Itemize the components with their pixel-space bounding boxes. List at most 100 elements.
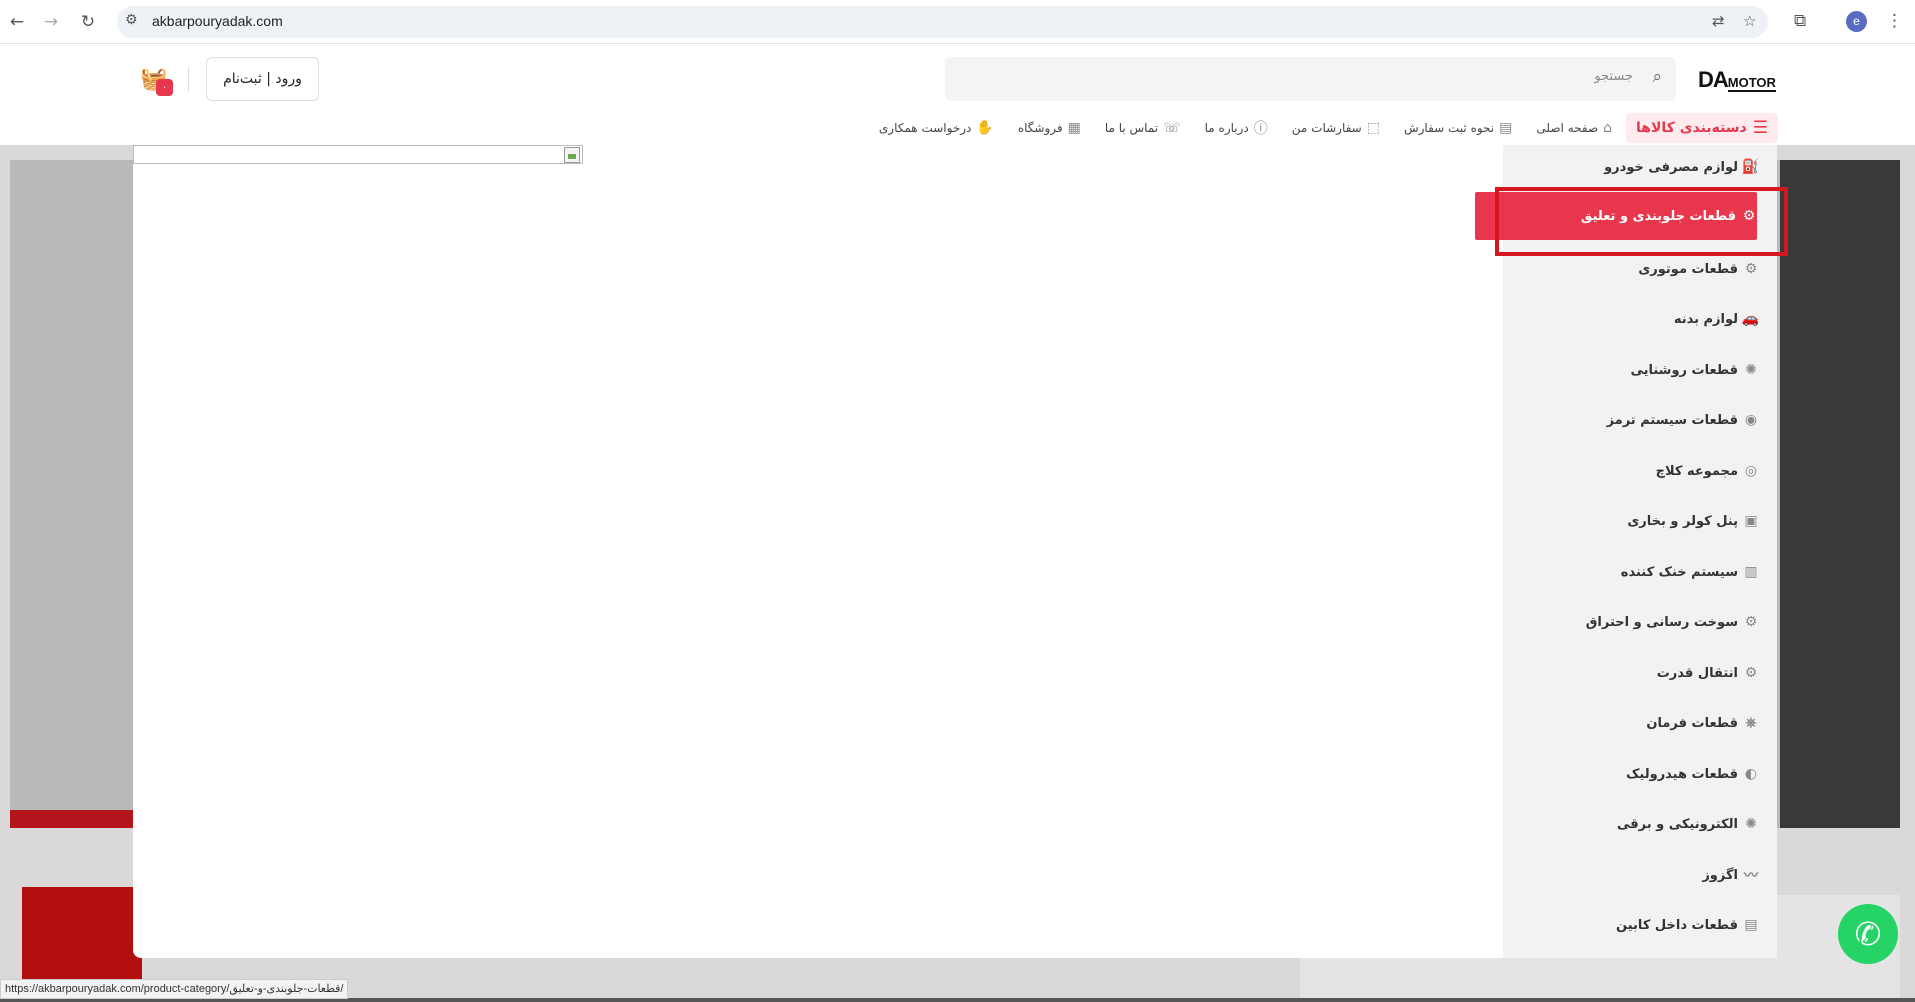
- info-icon: ⓘ: [1253, 121, 1268, 137]
- nav-order-guide[interactable]: ▤ نحوه ثبت سفارش: [1404, 120, 1512, 136]
- category-item-steering[interactable]: ⎈ قطعات فرمان: [1519, 701, 1759, 745]
- category-label: لوازم مصرفی خودرو: [1604, 159, 1738, 175]
- phone-icon: ☏: [1163, 120, 1181, 136]
- header-divider: [188, 67, 189, 91]
- nav-home-label: صفحه اصلی: [1536, 121, 1599, 135]
- nav-shop[interactable]: ▦ فروشگاه: [1018, 120, 1081, 136]
- address-bar[interactable]: ⚙ akbarpouryadak.com ⇄ ☆: [117, 6, 1768, 38]
- hero-banner-accent: [10, 810, 135, 828]
- category-label: الکترونیکی و برقی: [1616, 816, 1738, 832]
- nav-my-orders[interactable]: ⬚ سفارشات من: [1292, 120, 1380, 136]
- home-icon: ⌂: [1603, 120, 1613, 136]
- main-nav: ☰ دسته‌بندی کالاها ⌂ صفحه اصلی ▤ نحوه ثبت …: [855, 113, 1778, 143]
- category-item-drivetrain[interactable]: ⚙ انتقال قدرت: [1519, 651, 1759, 695]
- category-label: سیستم خنک کننده: [1620, 564, 1738, 580]
- category-label: قطعات فرمان: [1646, 715, 1738, 731]
- oil-icon: ⛽: [1741, 159, 1759, 175]
- light-icon: ✺: [1745, 362, 1757, 378]
- menu-kebab-icon[interactable]: ⋮: [1886, 11, 1903, 31]
- nav-cooperation-label: درخواست همکاری: [878, 121, 972, 135]
- browser-toolbar: ← → ↻ ⚙ akbarpouryadak.com ⇄ ☆ ⧉ e ⋮: [0, 0, 1915, 44]
- hero-banner-right-edge: [1780, 160, 1900, 828]
- site-settings-icon[interactable]: ⚙: [125, 12, 138, 28]
- search-input[interactable]: جستجو ⌕: [945, 57, 1676, 101]
- broken-image-placeholder: [133, 145, 583, 164]
- category-item-fuel[interactable]: ⚙ سوخت رسانی و احتراق: [1519, 600, 1759, 644]
- category-item-brakes[interactable]: ◉ قطعات سیستم ترمز: [1519, 398, 1759, 442]
- hydraulic-icon: ◐: [1744, 766, 1758, 782]
- whatsapp-button[interactable]: ✆: [1838, 904, 1898, 964]
- search-placeholder: جستجو: [1594, 69, 1633, 84]
- hamburger-icon: ☰: [1752, 118, 1768, 138]
- reload-icon[interactable]: ↻: [78, 12, 98, 32]
- login-register-button[interactable]: ورود | ثبت‌نام: [206, 57, 319, 101]
- category-label: قطعات هیدرولیک: [1626, 766, 1738, 782]
- nav-cooperation[interactable]: ✋ درخواست همکاری: [879, 120, 994, 136]
- category-label: قطعات داخل کابین: [1616, 917, 1738, 933]
- category-menu-button[interactable]: ☰ دسته‌بندی کالاها: [1626, 113, 1778, 143]
- gear-icon: ⚙: [1744, 665, 1758, 681]
- electric-icon: ✺: [1745, 816, 1757, 832]
- category-menu-label: دسته‌بندی کالاها: [1636, 120, 1747, 136]
- whatsapp-phone-icon: ✆: [1854, 915, 1882, 953]
- url-text: akbarpouryadak.com: [152, 13, 283, 29]
- broken-image-icon: [564, 147, 580, 163]
- category-label: قطعات روشنایی: [1630, 362, 1738, 378]
- fuel-icon: ⚙: [1744, 614, 1758, 630]
- nav-contact[interactable]: ☏ تماس با ما: [1105, 120, 1181, 136]
- category-label: انتقال قدرت: [1656, 665, 1738, 681]
- category-item-exhaust[interactable]: 〰 اگزوز: [1519, 853, 1759, 897]
- seat-icon: ▤: [1744, 917, 1758, 933]
- translate-icon[interactable]: ⇄: [1712, 12, 1725, 30]
- cart-button[interactable]: 🧺 ۰: [140, 67, 173, 96]
- nav-order-guide-label: نحوه ثبت سفارش: [1403, 121, 1495, 135]
- clutch-icon: ◎: [1744, 463, 1758, 479]
- site-logo[interactable]: DAMOTOR: [1698, 67, 1776, 93]
- nav-about-label: درباره ما: [1204, 121, 1249, 135]
- logo-da-text: DA: [1698, 67, 1729, 92]
- forward-icon[interactable]: →: [41, 12, 61, 32]
- car-body-icon: 🚗: [1741, 311, 1759, 327]
- search-icon: ⌕: [1652, 67, 1662, 87]
- bookmark-star-icon[interactable]: ☆: [1743, 12, 1756, 30]
- box-icon: ⬚: [1366, 120, 1380, 136]
- category-label: قطعات سیستم ترمز: [1606, 412, 1738, 428]
- profile-avatar[interactable]: e: [1846, 11, 1867, 32]
- site-header: DAMOTOR جستجو ⌕ ورود | ثبت‌نام 🧺 ۰ ☰ دست…: [0, 45, 1915, 145]
- category-item-cooling[interactable]: ▥ سیستم خنک کننده: [1519, 550, 1759, 594]
- steering-icon: ⎈: [1745, 715, 1757, 731]
- brake-icon: ◉: [1744, 412, 1758, 428]
- category-list: ⛽ لوازم مصرفی خودرو ⚙ قطعات جلوبندی و تعلی…: [1475, 145, 1777, 958]
- nav-about[interactable]: ⓘ درباره ما: [1205, 118, 1268, 138]
- category-item-electric[interactable]: ✺ الکترونیکی و برقی: [1519, 802, 1759, 846]
- logo-motor-text: MOTOR: [1727, 75, 1776, 92]
- ac-panel-icon: ▣: [1744, 513, 1758, 529]
- back-icon[interactable]: ←: [7, 12, 27, 32]
- engine-icon: ⚙: [1744, 261, 1758, 277]
- receipt-icon: ▤: [1499, 120, 1513, 136]
- category-label: سوخت رسانی و احتراق: [1585, 614, 1738, 630]
- nav-home[interactable]: ⌂ صفحه اصلی: [1536, 120, 1612, 136]
- active-category-highlight: [1495, 187, 1788, 256]
- category-item-lighting[interactable]: ✺ قطعات روشنایی: [1519, 348, 1759, 392]
- nav-shop-label: فروشگاه: [1017, 121, 1063, 135]
- nav-contact-label: تماس با ما: [1104, 121, 1159, 135]
- handshake-icon: ✋: [976, 120, 994, 136]
- category-label: اگزوز: [1702, 867, 1738, 883]
- category-label: پنل کولر و بخاری: [1627, 513, 1738, 529]
- category-item-hydraulic[interactable]: ◐ قطعات هیدرولیک: [1519, 752, 1759, 796]
- exhaust-icon: 〰: [1744, 868, 1758, 884]
- status-bar-url: https://akbarpouryadak.com/product-categ…: [0, 979, 349, 999]
- category-item-body[interactable]: 🚗 لوازم بدنه: [1519, 297, 1759, 341]
- category-item-ac-panel[interactable]: ▣ پنل کولر و بخاری: [1519, 499, 1759, 543]
- extensions-icon[interactable]: ⧉: [1794, 11, 1806, 31]
- store-icon: ▦: [1067, 120, 1081, 136]
- category-item-clutch[interactable]: ◎ مجموعه کلاچ: [1519, 449, 1759, 493]
- category-label: لوازم بدنه: [1673, 311, 1738, 327]
- category-item-consumables[interactable]: ⛽ لوازم مصرفی خودرو: [1519, 145, 1759, 189]
- category-label: قطعات موتوری: [1638, 261, 1738, 277]
- radiator-icon: ▥: [1744, 564, 1758, 580]
- category-item-cabin[interactable]: ▤ قطعات داخل کابین: [1519, 903, 1759, 947]
- cart-count-badge: ۰: [156, 79, 173, 96]
- category-label: مجموعه کلاچ: [1655, 463, 1738, 479]
